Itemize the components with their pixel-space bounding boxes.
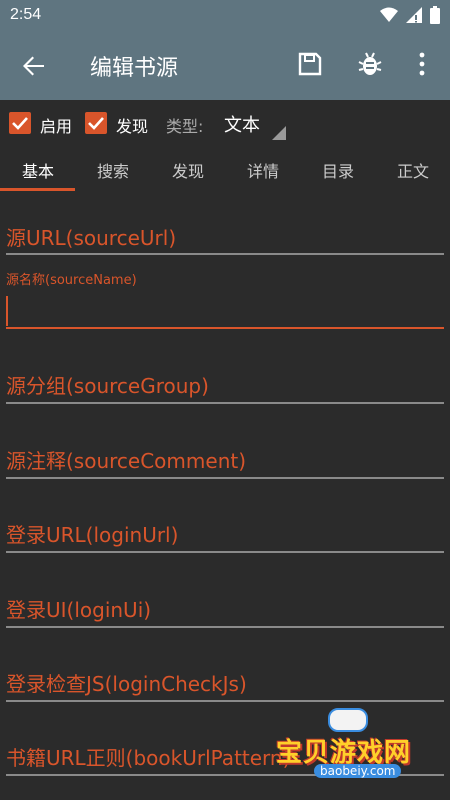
source-group-underline: [6, 402, 444, 404]
watermark-site: baobeiy.com: [314, 764, 402, 778]
debug-button[interactable]: [356, 50, 384, 78]
tab-toc[interactable]: 目录: [308, 158, 368, 182]
source-name-input[interactable]: [6, 327, 444, 329]
login-url-hint: 登录URL(loginUrl): [6, 523, 179, 547]
tab-detail[interactable]: 详情: [233, 158, 293, 182]
checkmark-icon: [12, 117, 28, 130]
save-icon: [298, 52, 322, 76]
source-group-hint: 源分组(sourceGroup): [6, 374, 209, 398]
gamepad-icon: [328, 708, 368, 732]
text-cursor: [6, 296, 8, 326]
battery-icon: [430, 6, 440, 24]
wifi-icon: [380, 7, 398, 22]
login-url-field[interactable]: 登录URL(loginUrl): [6, 519, 444, 548]
back-button[interactable]: [18, 50, 50, 82]
status-icons: [380, 6, 440, 24]
book-url-pattern-hint: 书籍URL正则(bookUrlPattern): [6, 746, 291, 770]
dropdown-arrow-icon[interactable]: [272, 126, 286, 140]
enable-checkbox[interactable]: [9, 112, 31, 134]
tab-discover[interactable]: 发现: [158, 158, 218, 182]
source-url-hint: 源URL(sourceUrl): [6, 226, 177, 250]
login-ui-underline: [6, 626, 444, 628]
source-comment-underline: [6, 477, 444, 479]
login-check-js-hint: 登录检查JS(loginCheckJs): [6, 672, 247, 696]
tab-content[interactable]: 正文: [383, 158, 443, 182]
login-url-underline: [6, 551, 444, 553]
page-title: 编辑书源: [90, 56, 179, 81]
tab-bar: 基本 搜索 发现 详情 目录 正文: [0, 146, 450, 192]
watermark-logo: 宝贝游戏网 baobeiy.com: [276, 708, 436, 790]
source-comment-field[interactable]: 源注释(sourceComment): [6, 445, 444, 474]
tab-basic[interactable]: 基本: [8, 158, 68, 182]
login-check-js-field[interactable]: 登录检查JS(loginCheckJs): [6, 668, 444, 697]
bug-icon: [358, 52, 382, 75]
more-options-button[interactable]: [412, 50, 432, 78]
status-time: 2:54: [10, 6, 42, 23]
login-ui-field[interactable]: 登录UI(loginUi): [6, 594, 444, 623]
save-button[interactable]: [296, 50, 324, 78]
back-arrow-icon: [23, 56, 44, 76]
status-bar: 2:54: [0, 0, 450, 32]
app-bar: 编辑书源: [0, 32, 450, 100]
more-vert-icon: [419, 52, 425, 76]
type-label: 类型:: [166, 117, 204, 136]
source-name-label: 源名称(sourceName): [6, 273, 137, 288]
tab-search[interactable]: 搜索: [83, 158, 143, 182]
signal-icon: [406, 7, 422, 23]
enable-label[interactable]: 启用: [40, 113, 72, 137]
discover-checkbox[interactable]: [85, 112, 107, 134]
type-select[interactable]: 文本: [224, 111, 260, 137]
options-row: 启用 发现 类型: 文本: [0, 100, 450, 146]
checkmark-icon: [88, 117, 104, 130]
source-comment-hint: 源注释(sourceComment): [6, 449, 247, 473]
login-check-js-underline: [6, 700, 444, 702]
tab-indicator: [0, 188, 75, 191]
login-ui-hint: 登录UI(loginUi): [6, 598, 152, 622]
source-url-underline: [6, 253, 444, 255]
discover-label[interactable]: 发现: [116, 113, 148, 137]
source-url-field[interactable]: 源URL(sourceUrl): [6, 222, 444, 251]
source-group-field[interactable]: 源分组(sourceGroup): [6, 370, 444, 399]
